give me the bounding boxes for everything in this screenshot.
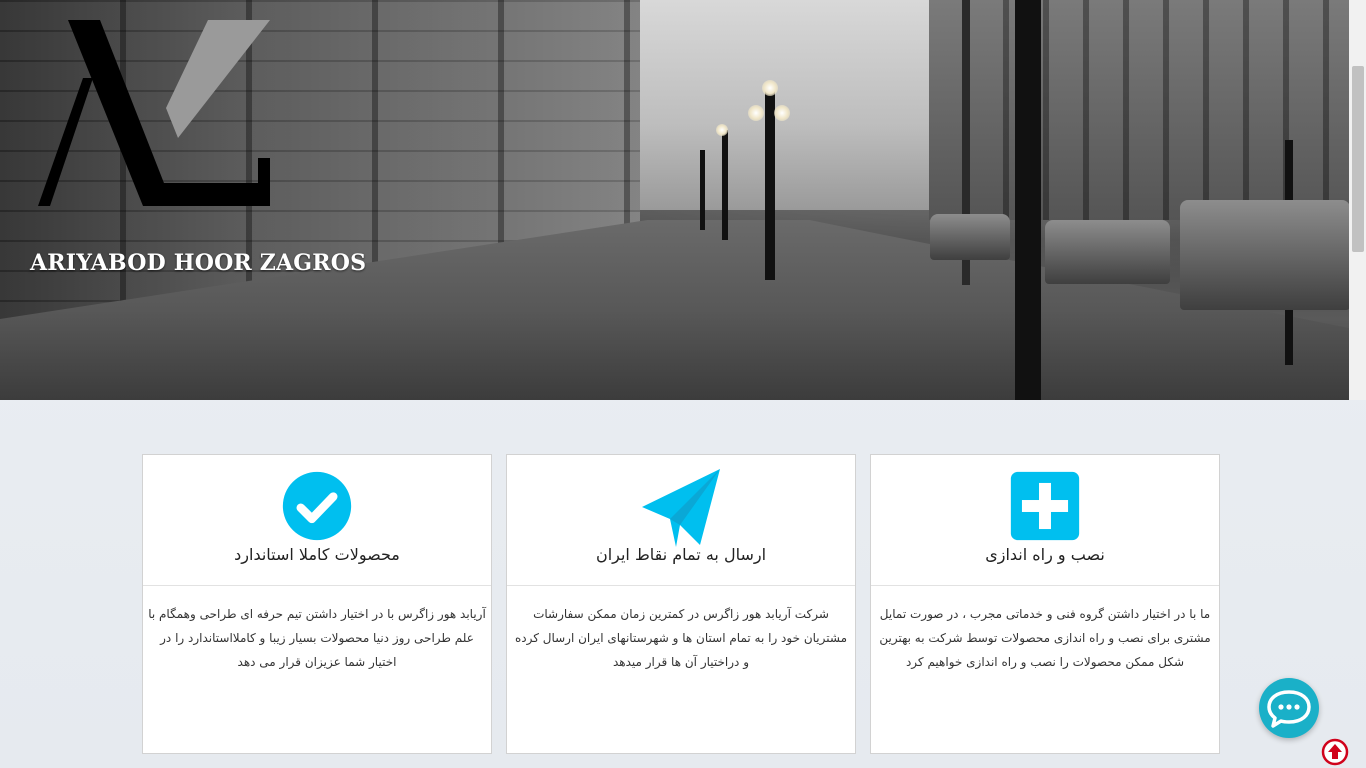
feature-card-shipping: ارسال به تمام نقاط ایران شرکت آریابد هور… <box>506 454 856 754</box>
feature-card-standard: محصولات کاملا استاندارد آریابد هور زاگرس… <box>142 454 492 754</box>
scrollbar[interactable] <box>1349 0 1366 400</box>
street-lamp <box>1015 0 1041 400</box>
chat-widget-button[interactable] <box>1259 678 1319 738</box>
card-header: نصب و راه اندازی <box>871 455 1219 586</box>
feature-card-installation: نصب و راه اندازی ما با در اختیار داشتن گ… <box>870 454 1220 754</box>
street-lamp <box>765 90 775 280</box>
card-header: ارسال به تمام نقاط ایران <box>507 455 855 586</box>
chat-bubble-icon <box>1267 690 1311 728</box>
plus-square-icon <box>1010 471 1080 541</box>
lamp-light <box>716 124 728 136</box>
check-circle-icon <box>282 471 352 541</box>
card-title: ارسال به تمام نقاط ایران <box>595 545 767 564</box>
card-text: شرکت آریابد هور زاگرس در کمترین زمان ممک… <box>514 607 848 669</box>
brand-name: ARIYABOD HOOR ZAGROS <box>30 250 367 276</box>
street-lamp <box>700 150 705 230</box>
parked-car <box>1180 200 1349 310</box>
card-title: محصولات کاملا استاندارد <box>234 545 400 564</box>
card-header: محصولات کاملا استاندارد <box>143 455 491 586</box>
card-title: نصب و راه اندازی <box>985 545 1105 564</box>
scroll-to-top-button[interactable] <box>1321 738 1349 766</box>
lamp-light <box>774 105 790 121</box>
arrow-up-circle-icon <box>1321 738 1349 766</box>
lamp-light <box>762 80 778 96</box>
paper-plane-icon <box>642 469 720 547</box>
street-lamp <box>722 130 728 240</box>
parked-car <box>1045 220 1170 284</box>
card-text: ما با در اختیار داشتن گروه فنی و خدماتی … <box>879 607 1211 669</box>
hero-banner: ARIYABOD HOOR ZAGROS <box>0 0 1349 400</box>
lamp-light <box>748 105 764 121</box>
az-monogram-logo <box>38 20 270 206</box>
scrollbar-thumb[interactable] <box>1352 66 1364 252</box>
card-text: آریابد هور زاگرس با در اختیار داشتن تیم … <box>148 607 486 669</box>
parked-car <box>930 214 1010 260</box>
